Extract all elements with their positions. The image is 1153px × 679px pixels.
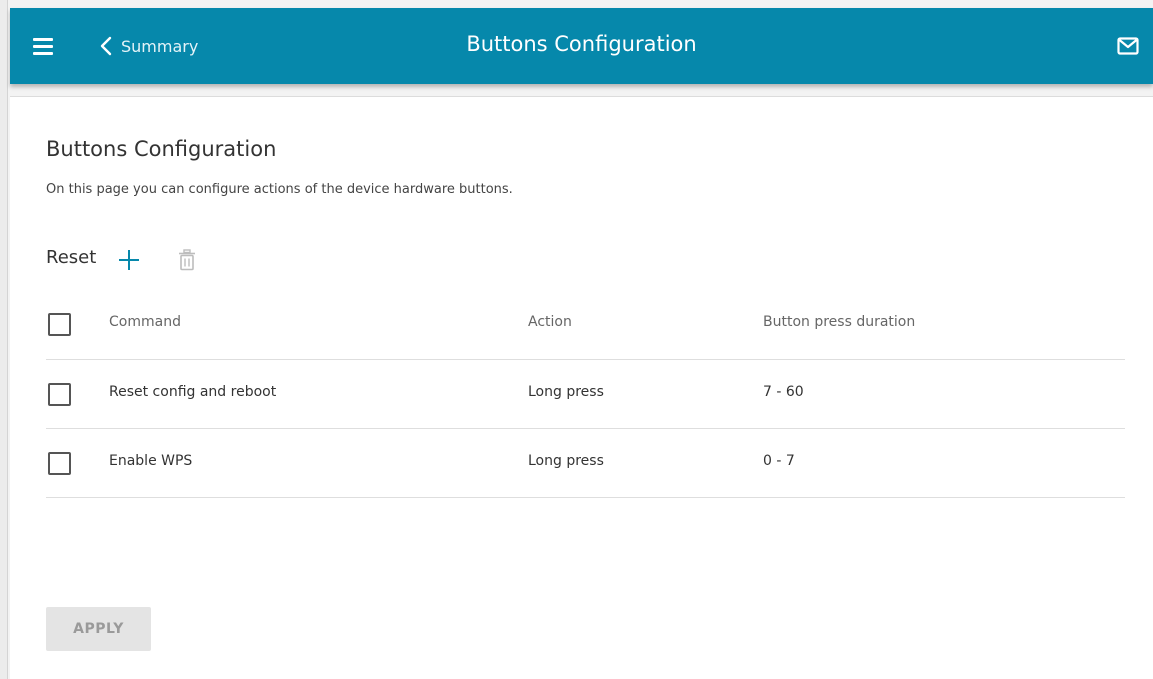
main-content: Buttons Configuration On this page you c… <box>10 96 1153 679</box>
plus-icon[interactable] <box>118 249 140 275</box>
page-description: On this page you can configure actions o… <box>46 182 513 197</box>
reset-buttons-table: Command Action Button press duration Res… <box>46 289 1125 498</box>
row-action: Long press <box>528 384 604 400</box>
table-row[interactable]: Enable WPS Long press 0 - 7 <box>46 429 1125 498</box>
table-row[interactable]: Reset config and reboot Long press 7 - 6… <box>46 360 1125 429</box>
row-duration: 7 - 60 <box>763 384 804 400</box>
row-duration: 0 - 7 <box>763 453 795 469</box>
row-command: Reset config and reboot <box>109 384 277 400</box>
row-checkbox[interactable] <box>48 383 71 406</box>
mail-icon[interactable] <box>1117 37 1139 59</box>
section-title-reset: Reset <box>46 247 97 268</box>
row-command: Enable WPS <box>109 453 193 469</box>
table-header-row: Command Action Button press duration <box>46 289 1125 360</box>
chevron-left-icon <box>100 36 112 56</box>
trash-icon[interactable] <box>178 249 196 275</box>
column-header-action: Action <box>528 314 572 330</box>
header-title: Buttons Configuration <box>466 32 697 56</box>
column-header-command: Command <box>109 314 181 330</box>
back-link-label: Summary <box>121 36 199 56</box>
back-link-summary[interactable]: Summary <box>100 33 198 59</box>
row-action: Long press <box>528 453 604 469</box>
apply-button[interactable]: APPLY <box>46 607 151 651</box>
top-bar: Summary Buttons Configuration <box>10 8 1153 84</box>
page-title: Buttons Configuration <box>46 137 277 161</box>
hamburger-menu-icon[interactable] <box>33 38 53 55</box>
left-edge-divider <box>0 0 8 679</box>
column-header-duration: Button press duration <box>763 314 916 330</box>
row-checkbox[interactable] <box>48 452 71 475</box>
select-all-checkbox[interactable] <box>48 313 71 336</box>
